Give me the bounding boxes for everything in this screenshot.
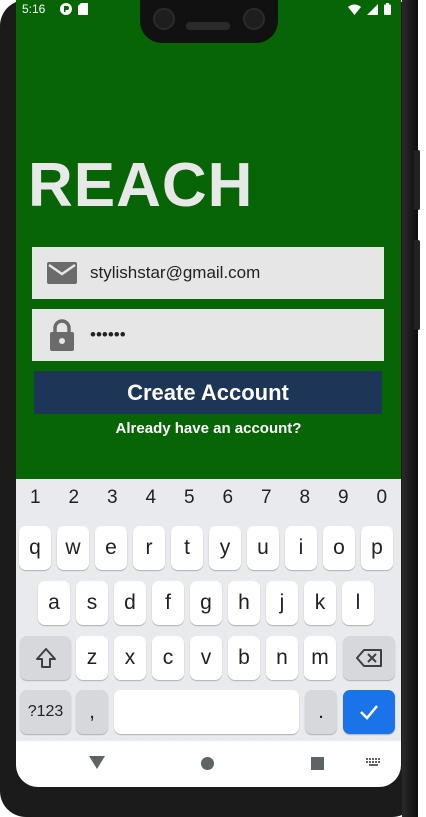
key-w[interactable]: w [57, 526, 89, 570]
key-u[interactable]: u [247, 526, 279, 570]
period-key[interactable]: . [305, 690, 337, 734]
key-9[interactable]: 9 [328, 487, 358, 509]
keyboard-switch-icon[interactable] [366, 758, 382, 769]
phone-edge [402, 0, 418, 817]
camera-notch [140, 0, 278, 43]
key-x[interactable]: x [114, 636, 146, 680]
status-time: 5:16 [22, 2, 46, 16]
login-link[interactable]: Already have an account? [16, 420, 401, 437]
email-value: stylishstar@gmail.com [90, 263, 261, 282]
key-v[interactable]: v [190, 636, 222, 680]
key-m[interactable]: m [304, 636, 336, 680]
key-a[interactable]: a [38, 581, 70, 625]
key-8[interactable]: 8 [290, 487, 320, 509]
backspace-icon [356, 649, 382, 667]
key-h[interactable]: h [228, 581, 260, 625]
earpiece-speaker [186, 22, 230, 30]
wifi-icon [348, 4, 361, 15]
app-title: REACH [28, 151, 254, 220]
screen: 5:16 REACH stylishstar@gmail.com •••••• … [16, 0, 401, 787]
key-g[interactable]: g [190, 581, 222, 625]
battery-icon [384, 3, 391, 15]
key-l[interactable]: l [342, 581, 374, 625]
shift-icon [35, 648, 56, 668]
key-e[interactable]: e [95, 526, 127, 570]
key-2[interactable]: 2 [59, 487, 89, 509]
status-right-icons [348, 3, 391, 15]
key-0[interactable]: 0 [367, 487, 397, 509]
key-7[interactable]: 7 [251, 487, 281, 509]
number-row: 1 2 3 4 5 6 7 8 9 0 [16, 487, 401, 509]
key-i[interactable]: i [285, 526, 317, 570]
key-s[interactable]: s [76, 581, 108, 625]
sd-card-icon [78, 3, 88, 15]
keyboard: 1 2 3 4 5 6 7 8 9 0 q w e r t y u i o p … [16, 479, 401, 741]
key-r[interactable]: r [133, 526, 165, 570]
key-z[interactable]: z [76, 636, 108, 680]
power-button [414, 150, 420, 210]
key-k[interactable]: k [304, 581, 336, 625]
key-t[interactable]: t [171, 526, 203, 570]
lock-icon [42, 319, 82, 351]
key-d[interactable]: d [114, 581, 146, 625]
key-b[interactable]: b [228, 636, 260, 680]
backspace-key[interactable] [343, 636, 395, 680]
app-notification-icon [60, 3, 72, 15]
password-field[interactable]: •••••• [32, 309, 384, 361]
navigation-bar [16, 741, 401, 787]
email-field[interactable]: stylishstar@gmail.com [32, 247, 384, 299]
key-f[interactable]: f [152, 581, 184, 625]
key-4[interactable]: 4 [136, 487, 166, 509]
key-3[interactable]: 3 [97, 487, 127, 509]
comma-key[interactable]: , [76, 690, 108, 734]
front-camera-secondary [243, 8, 265, 30]
key-o[interactable]: o [323, 526, 355, 570]
key-p[interactable]: p [361, 526, 393, 570]
back-icon[interactable] [89, 756, 105, 769]
key-6[interactable]: 6 [213, 487, 243, 509]
status-left-icons [60, 3, 88, 15]
recents-icon[interactable] [311, 757, 324, 770]
key-j[interactable]: j [266, 581, 298, 625]
key-c[interactable]: c [152, 636, 184, 680]
home-icon[interactable] [201, 757, 214, 770]
key-y[interactable]: y [209, 526, 241, 570]
enter-key[interactable] [343, 690, 395, 734]
email-icon [42, 262, 82, 284]
key-q[interactable]: q [19, 526, 51, 570]
password-value: •••••• [90, 325, 126, 344]
volume-button [414, 240, 420, 330]
checkmark-icon [360, 705, 378, 720]
key-5[interactable]: 5 [174, 487, 204, 509]
key-n[interactable]: n [266, 636, 298, 680]
front-camera [153, 8, 175, 30]
symbols-key[interactable]: ?123 [20, 690, 71, 734]
space-key[interactable] [114, 690, 299, 734]
key-1[interactable]: 1 [20, 487, 50, 509]
create-account-button[interactable]: Create Account [34, 371, 382, 414]
signal-icon [367, 3, 378, 15]
shift-key[interactable] [20, 636, 71, 680]
